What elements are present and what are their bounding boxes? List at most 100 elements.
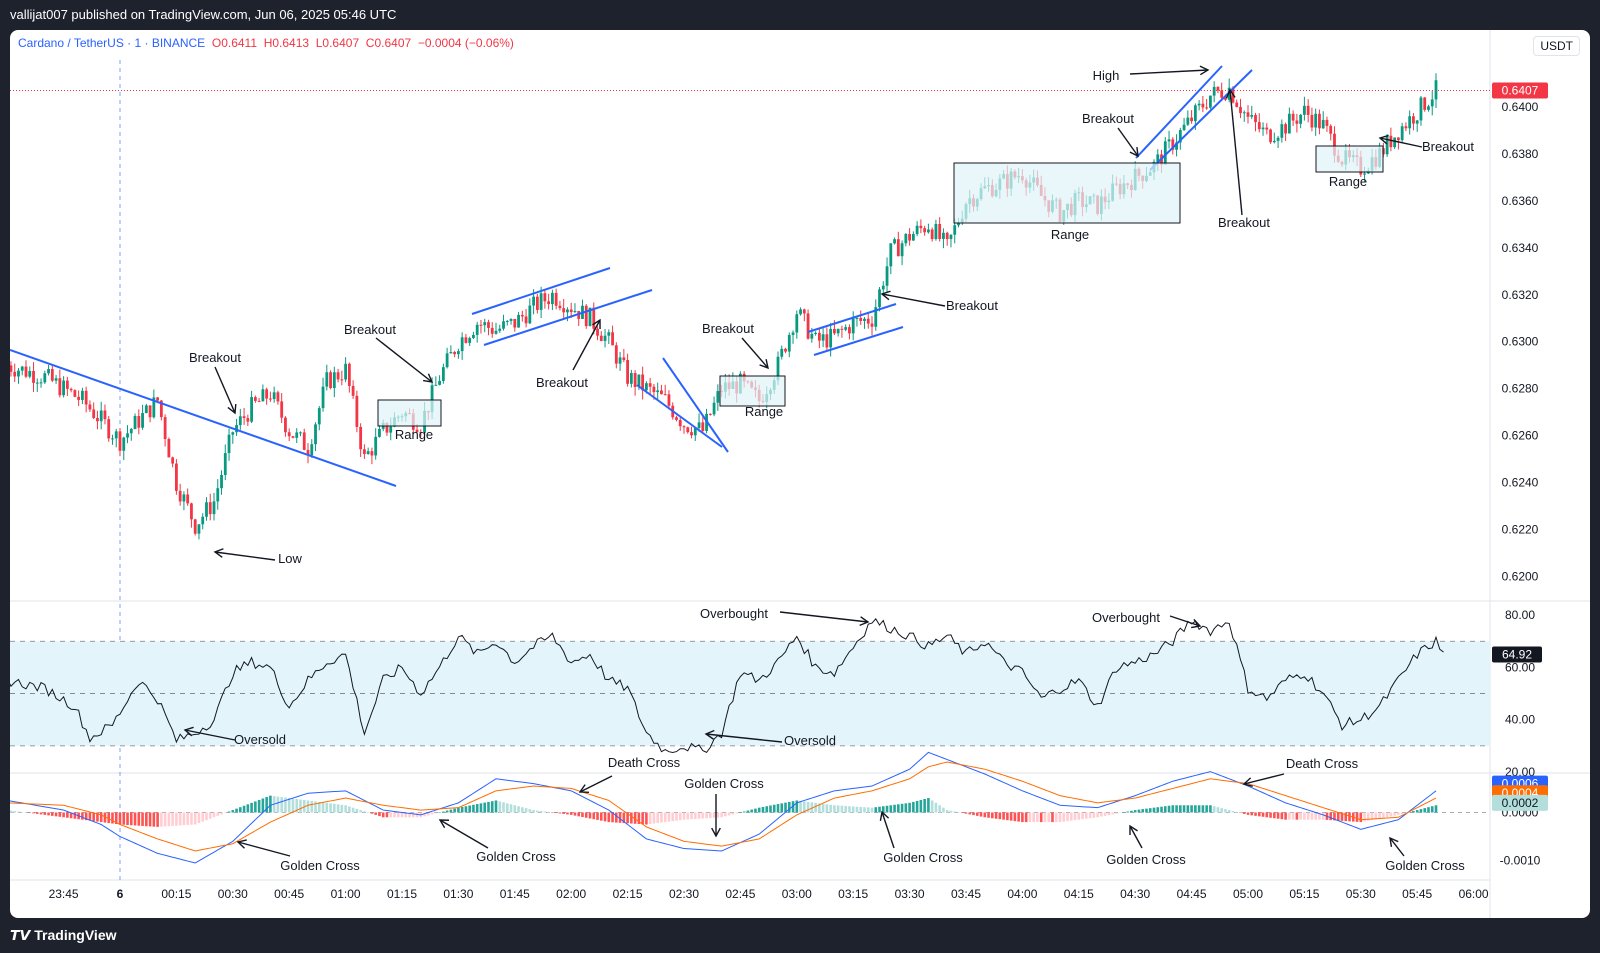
macd-histogram-bar: [900, 803, 904, 813]
annotation-arrow: [1117, 127, 1139, 157]
annotation-low: Low: [278, 551, 302, 566]
macd-histogram-bar: [844, 805, 847, 813]
macd-histogram-bar: [866, 807, 870, 813]
annotation-oversold-1: Oversold: [234, 732, 286, 747]
macd-histogram-bar: [742, 811, 746, 813]
candle-body: [848, 327, 851, 334]
candle-body: [310, 444, 314, 456]
macd-histogram-bar: [983, 812, 987, 818]
macd-histogram-bar: [1382, 812, 1385, 818]
macd-histogram-bar: [727, 812, 731, 816]
macd-histogram-bar: [825, 804, 829, 813]
candle-body: [468, 337, 472, 343]
annotation-breakout-1: Breakout: [189, 350, 241, 365]
macd-histogram-bar: [799, 800, 802, 813]
macd-histogram-bar: [1209, 805, 1212, 813]
macd-histogram-bar: [381, 812, 385, 818]
candle-body: [73, 390, 77, 397]
macd-pane: [10, 751, 1490, 864]
macd-histogram-bar: [1231, 811, 1235, 813]
annotation-death-cross-2: Death Cross: [1286, 756, 1359, 771]
macd-histogram-bar: [287, 798, 291, 813]
annotation-breakout-7: Breakout: [1218, 215, 1270, 230]
macd-histogram-bar: [912, 801, 915, 813]
macd-histogram-bar: [919, 799, 923, 813]
candle-body: [321, 386, 325, 409]
candle-body: [92, 409, 96, 418]
time-tick-label: 05:00: [1233, 887, 1263, 901]
macd-histogram-bar: [908, 802, 911, 813]
macd-histogram-bar: [24, 812, 28, 813]
macd-histogram-bar: [193, 812, 197, 825]
macd-histogram-bar: [13, 811, 17, 813]
candle-body: [911, 233, 915, 241]
candle-body: [453, 351, 457, 355]
candle-body: [1318, 113, 1321, 129]
macd-histogram-bar: [1156, 807, 1160, 813]
annotation-golden-cross-2: Golden Cross: [476, 849, 556, 864]
macd-histogram-bar: [490, 801, 494, 813]
candle-body: [329, 372, 332, 389]
macd-histogram-bar: [682, 812, 686, 820]
macd-histogram-bar: [291, 798, 295, 813]
symbol-name[interactable]: Cardano / TetherUS · 1 · BINANCE: [18, 36, 205, 50]
macd-histogram-bar: [513, 805, 517, 813]
macd-histogram-bar: [915, 800, 919, 813]
candle-body: [148, 405, 152, 418]
candle-body: [1193, 105, 1197, 122]
candle-body: [866, 318, 870, 324]
macd-histogram-bar: [754, 808, 757, 813]
macd-histogram-bar: [51, 812, 54, 816]
macd-histogram-bar: [340, 804, 344, 813]
candle-body: [96, 417, 99, 422]
macd-histogram-bar: [957, 812, 960, 813]
macd-histogram-bar: [483, 802, 487, 813]
last-price-label: 0.6407: [1502, 84, 1539, 98]
candle-body: [1190, 117, 1193, 122]
macd-histogram-bar: [859, 806, 863, 813]
macd-histogram-bar: [329, 803, 332, 813]
candle-body: [1329, 125, 1333, 134]
macd-histogram-bar: [1273, 812, 1276, 819]
macd-histogram-bar: [1393, 812, 1396, 816]
macd-histogram-bar: [92, 812, 95, 822]
currency-button[interactable]: USDT: [1533, 36, 1580, 56]
candle-body: [126, 433, 129, 438]
price-tick-label: 0.6280: [1502, 382, 1539, 396]
chart-canvas[interactable]: Breakout Breakout Breakout Breakout Breakout…: [10, 30, 1590, 918]
candle-body: [1276, 137, 1280, 141]
macd-histogram-bar: [257, 799, 261, 813]
macd-histogram-bar: [1175, 805, 1178, 813]
candle-body: [584, 305, 588, 327]
macd-histogram-bar: [1002, 812, 1005, 820]
time-tick-label: 02:00: [556, 887, 586, 901]
candle-body: [1310, 114, 1314, 128]
macd-histogram-bar: [239, 807, 242, 813]
rsi-pane: [10, 618, 1490, 754]
candle-body: [633, 373, 637, 387]
candle-body: [532, 296, 535, 306]
time-tick-label: 03:45: [951, 887, 981, 901]
candle-body: [833, 328, 836, 334]
time-tick-label: 02:45: [725, 887, 755, 901]
macd-histogram-bar: [1100, 812, 1103, 817]
macd-histogram-bar: [254, 801, 257, 813]
macd-histogram-bar: [904, 803, 908, 813]
macd-histogram-bar: [1257, 812, 1261, 817]
drawings: Breakout Breakout Breakout Breakout Breakout…: [10, 65, 1474, 873]
macd-histogram-bar: [276, 796, 280, 813]
macd-histogram-bar: [396, 812, 400, 818]
macd-histogram-bar: [577, 812, 581, 817]
symbol-legend[interactable]: Cardano / TetherUS · 1 · BINANCE O0.6411…: [18, 36, 514, 50]
candle-body: [216, 488, 220, 502]
candle-body: [193, 519, 197, 534]
candle-body: [103, 410, 107, 420]
macd-histogram-bar: [137, 812, 141, 826]
macd-histogram-bar: [551, 812, 554, 813]
macd-histogram-bar: [641, 812, 644, 825]
annotation-range-4: Range: [1329, 174, 1367, 189]
annotation-overbought-2: Overbought: [1092, 610, 1160, 625]
candle-body: [697, 422, 701, 428]
candle-body: [464, 337, 468, 343]
tradingview-logo[interactable]: 𝙏𝙑 TradingView: [10, 927, 117, 943]
